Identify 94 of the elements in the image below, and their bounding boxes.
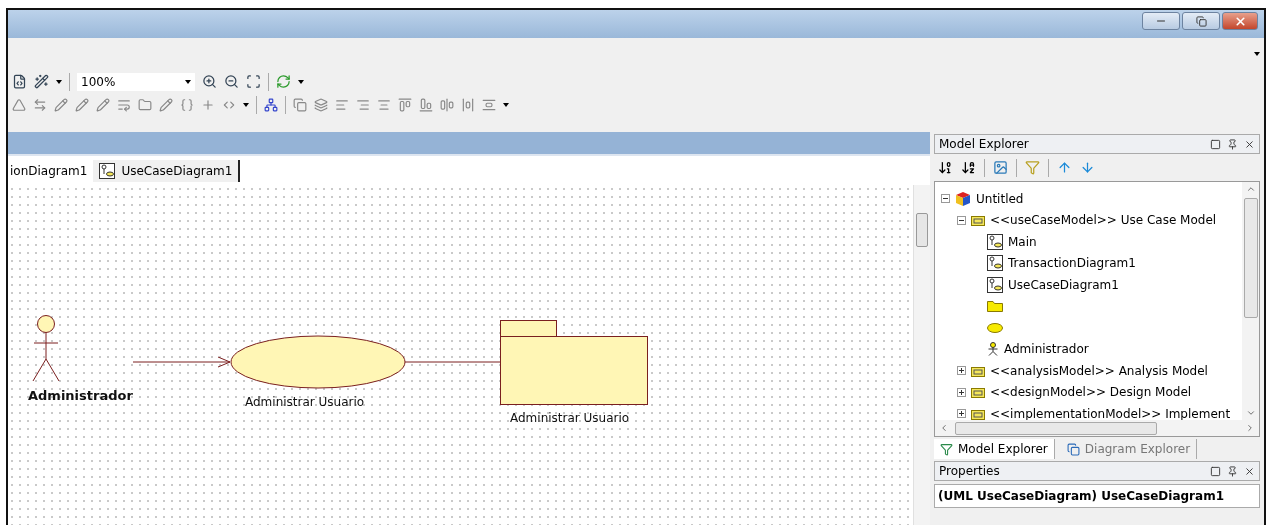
folder-icon: [971, 364, 985, 377]
tree-item[interactable]: <<designModel>> Design Model: [990, 385, 1192, 400]
diagram-icon: [987, 276, 1003, 293]
caret-icon[interactable]: [503, 102, 509, 107]
diagram-icon: [987, 255, 1003, 272]
arrows-icon[interactable]: [33, 97, 47, 112]
distribute-horizontal-icon[interactable]: [461, 97, 475, 112]
zoom-in-icon[interactable]: [202, 74, 217, 89]
pencil-icon[interactable]: [54, 97, 68, 112]
vertical-scrollbar[interactable]: [1242, 182, 1259, 420]
diagram-icon: [987, 233, 1003, 250]
align-top-icon[interactable]: [398, 97, 412, 112]
explorer-tab[interactable]: Diagram Explorer: [1060, 439, 1198, 459]
close-button[interactable]: [1222, 12, 1258, 30]
align-middle-icon[interactable]: [440, 97, 454, 112]
document-tab[interactable]: UseCaseDiagram1: [93, 159, 241, 182]
copy-icon[interactable]: [293, 97, 307, 112]
hierarchy-icon[interactable]: [264, 97, 278, 112]
filter-icon: [940, 442, 953, 456]
tree-item[interactable]: Untitled: [976, 191, 1024, 206]
folder-icon: [971, 214, 985, 227]
align-left-icon[interactable]: [335, 97, 349, 112]
diagram-icon: [99, 162, 116, 179]
explorer-tab[interactable]: Model Explorer: [934, 439, 1055, 459]
folder-icon[interactable]: [138, 97, 152, 112]
vertical-scrollbar[interactable]: [913, 185, 930, 525]
zoom-field[interactable]: 100%: [77, 72, 195, 91]
pencil-icon[interactable]: [75, 97, 89, 112]
sort-alpha-icon[interactable]: [961, 160, 976, 175]
scroll-left-icon[interactable]: [939, 423, 949, 433]
folder-icon: [987, 300, 1003, 313]
properties-heading: (UML UseCaseDiagram) UseCaseDiagram1: [934, 484, 1260, 508]
expand-icon[interactable]: [957, 366, 966, 376]
align-center-icon[interactable]: [377, 97, 391, 112]
close-icon[interactable]: [1244, 465, 1255, 477]
image-icon[interactable]: [993, 160, 1008, 175]
caret-icon[interactable]: [56, 79, 62, 84]
tree-item[interactable]: UseCaseDiagram1: [1008, 277, 1119, 292]
expand-icon[interactable]: [957, 387, 966, 397]
node-label: Administrador: [28, 388, 133, 403]
ellipse-icon: [987, 322, 1003, 333]
horizontal-scrollbar[interactable]: [935, 420, 1259, 436]
panel-header: Properties: [934, 461, 1260, 481]
fit-icon[interactable]: [246, 74, 261, 89]
collapse-icon[interactable]: [941, 194, 950, 204]
tree-item[interactable]: Administrador: [1004, 342, 1089, 357]
tree-item[interactable]: <<analysisModel>> Analysis Model: [990, 363, 1208, 378]
braces-icon[interactable]: [180, 97, 194, 112]
align-bottom-icon[interactable]: [419, 97, 433, 112]
maximize-icon[interactable]: [1210, 138, 1221, 150]
close-icon[interactable]: [1244, 138, 1255, 150]
cube-icon: [955, 190, 971, 207]
collapse-icon[interactable]: [957, 215, 966, 225]
layers-icon[interactable]: [314, 97, 328, 112]
node-label: Administrar Usuario: [510, 411, 630, 425]
sort-numeric-icon[interactable]: [938, 160, 953, 175]
restore-button[interactable]: [1182, 12, 1220, 30]
plus-icon[interactable]: [201, 97, 215, 112]
caret-icon[interactable]: [243, 102, 249, 107]
maximize-icon[interactable]: [1210, 465, 1221, 477]
stick-figure-icon: [987, 342, 999, 357]
pencil-icon[interactable]: [159, 97, 173, 112]
align-right-icon[interactable]: [356, 97, 370, 112]
scroll-right-icon[interactable]: [1245, 423, 1255, 433]
caret-icon[interactable]: [298, 79, 304, 84]
tree-item[interactable]: TransactionDiagram1: [1008, 256, 1136, 271]
pencil-icon[interactable]: [96, 97, 110, 112]
wrap-text-icon[interactable]: [117, 97, 131, 112]
expand-icon[interactable]: [957, 409, 966, 419]
pin-icon[interactable]: [1227, 138, 1238, 150]
wand-icon[interactable]: [34, 74, 49, 89]
tree-item[interactable]: <<useCaseModel>> Use Case Model: [990, 213, 1217, 228]
panel-header: Model Explorer: [934, 134, 1260, 154]
distribute-vertical-icon[interactable]: [482, 97, 496, 112]
node-label: Administrar Usuario: [245, 395, 365, 409]
folder-icon: [971, 407, 985, 420]
zoom-out-icon[interactable]: [224, 74, 239, 89]
filter-icon[interactable]: [1025, 160, 1040, 175]
triangle-icon[interactable]: [12, 97, 26, 112]
caret-icon[interactable]: [1254, 52, 1260, 56]
move-down-icon[interactable]: [1080, 160, 1095, 175]
minimize-button[interactable]: [1142, 12, 1180, 30]
refresh-icon[interactable]: [276, 74, 291, 89]
move-up-icon[interactable]: [1057, 160, 1072, 175]
scroll-down-icon[interactable]: [1245, 408, 1256, 418]
close-icon: [1233, 14, 1247, 28]
scroll-up-icon[interactable]: [1245, 184, 1256, 194]
tree-item[interactable]: <<implementationModel>> Implement: [990, 406, 1231, 420]
folder-icon: [971, 386, 985, 399]
copy-icon: [1066, 442, 1080, 456]
document-icon[interactable]: [12, 74, 27, 89]
tree-item[interactable]: Main: [1008, 234, 1037, 249]
restore-icon: [1195, 15, 1207, 27]
pin-icon[interactable]: [1227, 465, 1238, 477]
